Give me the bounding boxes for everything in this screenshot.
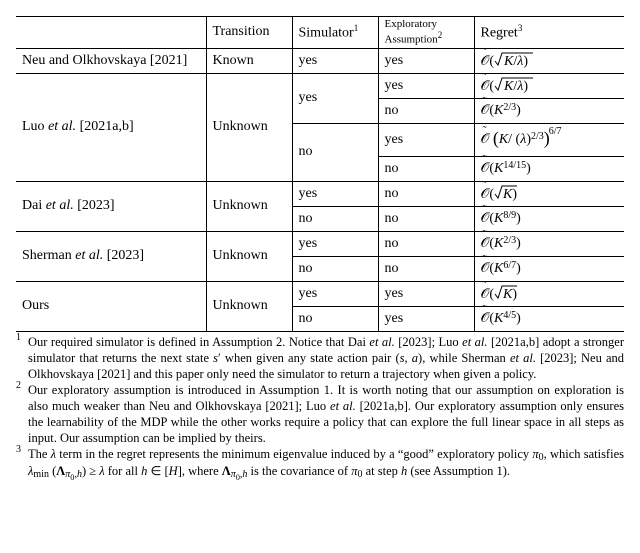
regret-cell: ˜𝒪(K) bbox=[474, 181, 624, 206]
table-row: Neu and Olkhovskaya [2021] Known yes yes… bbox=[16, 48, 624, 73]
regret-cell: ˜𝒪(K2/3) bbox=[474, 98, 624, 123]
table-row: Sherman et al. [2023] Unknown yes no ˜𝒪(… bbox=[16, 231, 624, 256]
col-regret: Regret3 bbox=[474, 17, 624, 49]
col-transition: Transition bbox=[206, 17, 292, 49]
table-header-row: Transition Simulator1 Exploratory Assump… bbox=[16, 17, 624, 49]
regret-cell: ˜𝒪(K8/9) bbox=[474, 206, 624, 231]
regret-cell: ˜𝒪(K) bbox=[474, 281, 624, 306]
paper-neu: Neu and Olkhovskaya [2021] bbox=[16, 48, 206, 73]
paper-sherman: Sherman et al. [2023] bbox=[16, 231, 206, 281]
paper-ours: Ours bbox=[16, 281, 206, 331]
regret-cell: ˜𝒪(K6/7) bbox=[474, 256, 624, 281]
footnote-1: 1 Our required simulator is defined in A… bbox=[16, 334, 624, 382]
table-row: Ours Unknown yes yes ˜𝒪(K) bbox=[16, 281, 624, 306]
table-row: Dai et al. [2023] Unknown yes no ˜𝒪(K) bbox=[16, 181, 624, 206]
paper-dai: Dai et al. [2023] bbox=[16, 181, 206, 231]
regret-cell: ˜𝒪(K/λ) bbox=[474, 73, 624, 98]
table-row: Luo et al. [2021a,b] Unknown yes yes ˜𝒪(… bbox=[16, 73, 624, 98]
comparison-table: Transition Simulator1 Exploratory Assump… bbox=[16, 16, 624, 332]
regret-cell: ˜𝒪(K14/15) bbox=[474, 156, 624, 181]
regret-cell: ˜𝒪(K4/5) bbox=[474, 306, 624, 331]
regret-cell: ˜𝒪(K/λ) bbox=[474, 48, 624, 73]
regret-cell: ˜𝒪 (K/ (λ)2/3)6/7 bbox=[474, 123, 624, 156]
regret-cell: ˜𝒪(K2/3) bbox=[474, 231, 624, 256]
col-simulator: Simulator1 bbox=[292, 17, 378, 49]
footnotes: 1 Our required simulator is defined in A… bbox=[16, 334, 624, 481]
col-exploratory: Exploratory Assumption2 bbox=[378, 17, 474, 49]
footnote-3: 3 The λ term in the regret represents th… bbox=[16, 446, 624, 481]
paper-luo: Luo et al. [2021a,b] bbox=[16, 73, 206, 181]
footnote-2: 2 Our exploratory assumption is introduc… bbox=[16, 382, 624, 446]
